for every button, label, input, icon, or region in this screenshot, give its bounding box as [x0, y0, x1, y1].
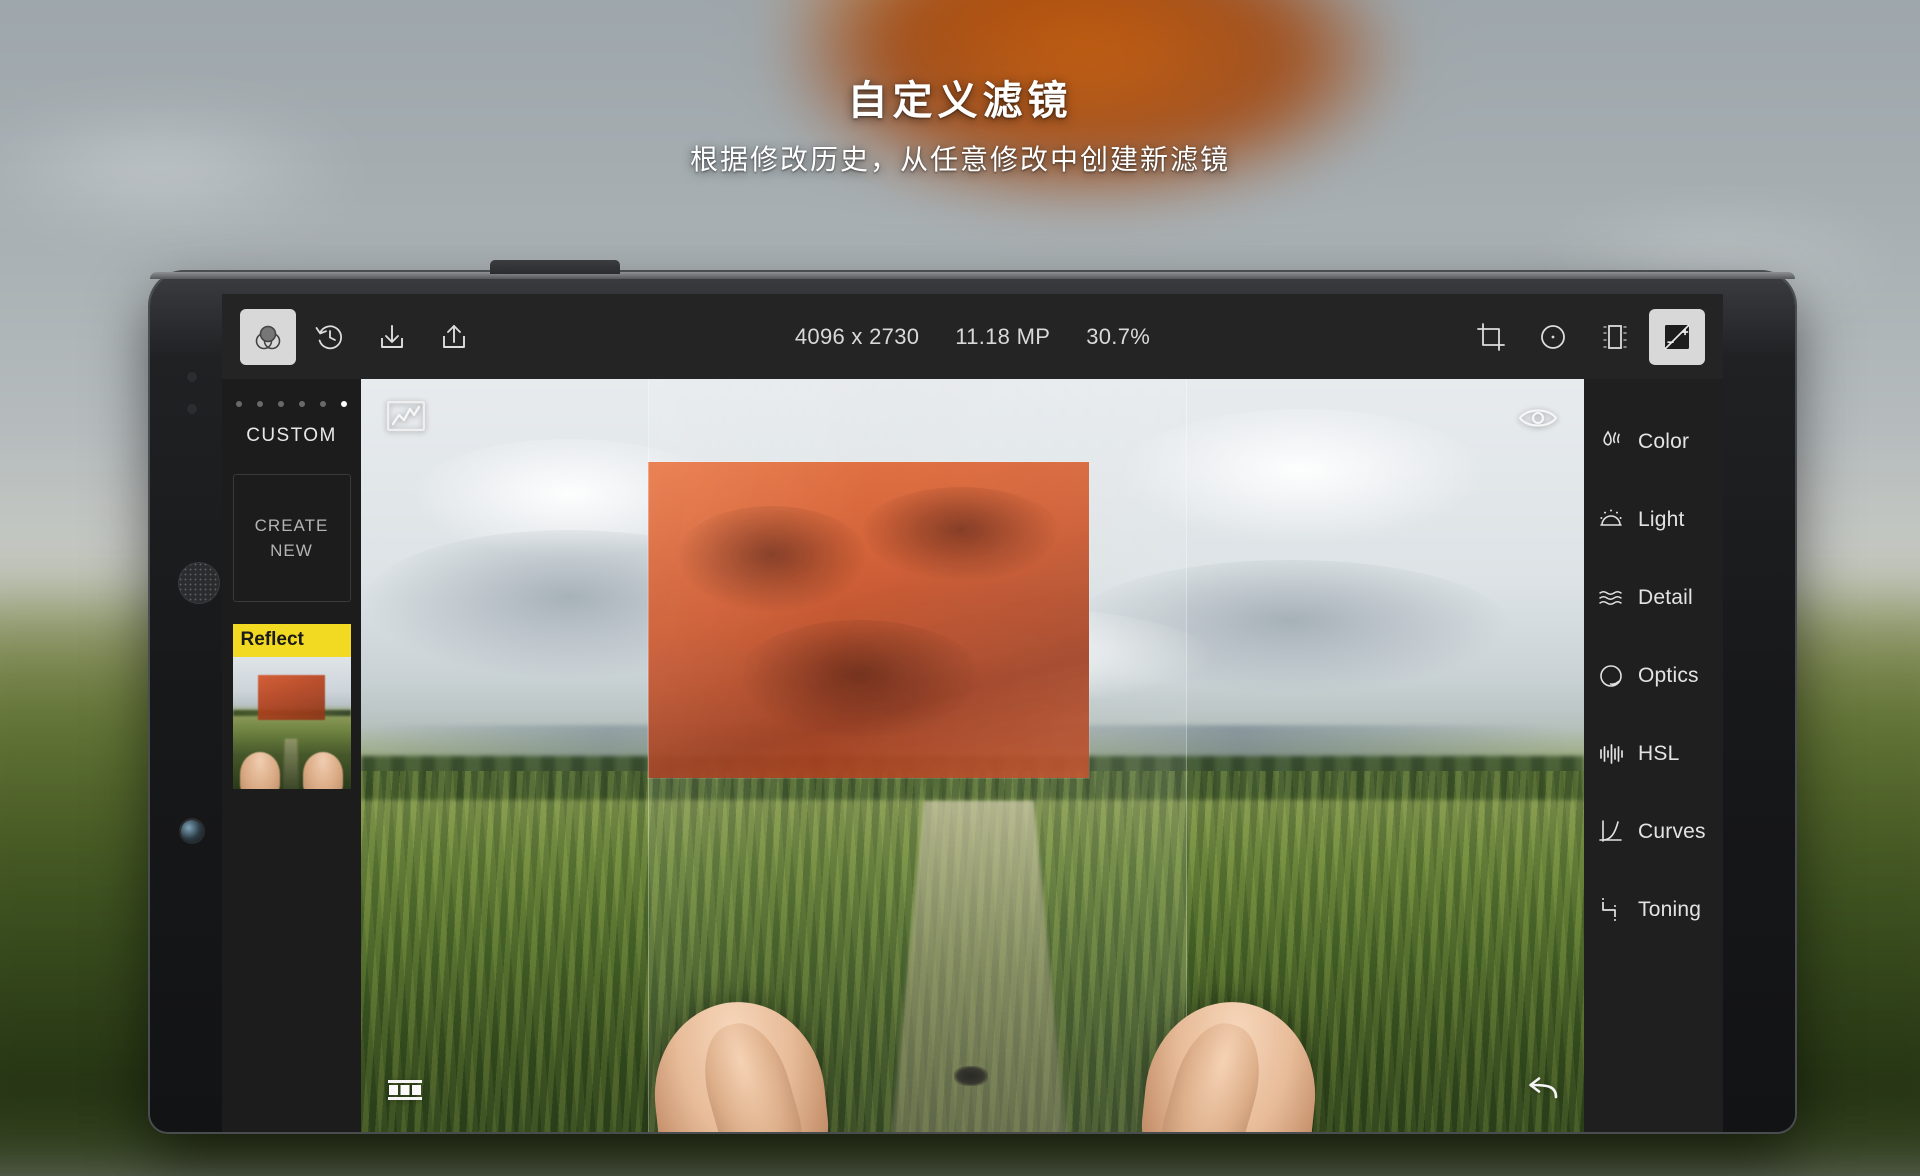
sidebar-item-optics[interactable]: Optics	[1584, 637, 1723, 715]
sun-icon	[1598, 507, 1624, 533]
masking-icon[interactable]	[1649, 309, 1705, 365]
device-camera-lens	[181, 820, 203, 842]
sidebar-item-detail[interactable]: Detail	[1584, 559, 1723, 637]
crop-icon[interactable]	[1463, 309, 1519, 365]
toning-icon	[1598, 897, 1624, 923]
waves-icon	[1598, 585, 1624, 611]
reflect-cloud	[736, 620, 983, 740]
create-new-line2: NEW	[255, 538, 329, 563]
thumb-path	[283, 738, 300, 789]
device-speaker	[178, 562, 220, 604]
create-new-preset-button[interactable]: CREATE NEW	[233, 474, 351, 602]
toolbar-left-group	[222, 309, 482, 365]
toolbar-right-group	[1463, 309, 1723, 365]
pagination-dot-active[interactable]	[341, 401, 347, 407]
pagination-dot[interactable]	[299, 401, 305, 407]
pagination-dot[interactable]	[278, 401, 284, 407]
history-icon[interactable]	[302, 309, 358, 365]
color-droplets-icon	[1598, 429, 1624, 455]
sidebar-label-detail: Detail	[1638, 586, 1693, 610]
page-title: 自定义滤镜	[0, 68, 1920, 126]
preset-item-reflect[interactable]: Reflect	[233, 624, 351, 789]
zoom-level: 30.7%	[1086, 324, 1150, 350]
sidebar-label-optics: Optics	[1638, 664, 1699, 688]
sidebar-label-hsl: HSL	[1638, 742, 1679, 766]
presets-section-label: CUSTOM	[222, 425, 361, 447]
device-sensor	[187, 404, 197, 414]
image-dimensions: 4096 x 2730	[795, 324, 919, 350]
download-icon[interactable]	[364, 309, 420, 365]
sidebar-item-color[interactable]: Color	[1584, 403, 1723, 481]
histogram-icon[interactable]	[387, 401, 425, 436]
dog	[954, 1066, 988, 1086]
presets-pagination[interactable]	[222, 379, 361, 407]
device-sensor	[187, 372, 197, 382]
undo-icon[interactable]	[1520, 1077, 1558, 1108]
share-icon[interactable]	[426, 309, 482, 365]
sidebar-item-light[interactable]: Light	[1584, 481, 1723, 559]
lens-circle-icon	[1598, 663, 1624, 689]
sidebar-label-curves: Curves	[1638, 820, 1706, 844]
sidebar-item-curves[interactable]: Curves	[1584, 793, 1723, 871]
app-screen: 4096 x 2730 11.18 MP 30.7%	[222, 294, 1723, 1132]
image-megapixels: 11.18 MP	[955, 324, 1050, 350]
page-subtitle: 根据修改历史，从任意修改中创建新滤镜	[0, 138, 1920, 178]
sidebar-label-color: Color	[1638, 430, 1689, 454]
preset-thumbnail[interactable]	[233, 657, 351, 789]
pagination-dot[interactable]	[320, 401, 326, 407]
reflected-sunset-overlay	[648, 462, 1088, 778]
sidebar-label-toning: Toning	[1638, 898, 1701, 922]
image-canvas[interactable]	[361, 379, 1584, 1132]
curve-graph-icon	[1598, 819, 1624, 845]
preset-name-label: Reflect	[233, 624, 351, 657]
reflect-cloud	[675, 506, 869, 614]
device-nub	[490, 260, 620, 274]
eye-icon[interactable]	[1518, 405, 1558, 436]
thumb-orange-overlay	[258, 675, 324, 720]
sidebar-item-hsl[interactable]: HSL	[1584, 715, 1723, 793]
create-new-line1: CREATE	[255, 513, 329, 538]
radial-icon[interactable]	[1525, 309, 1581, 365]
sidebar-label-light: Light	[1638, 508, 1685, 532]
thumb-hand-right	[303, 752, 343, 789]
device-bezel	[150, 272, 1795, 279]
reflect-cloud	[860, 487, 1063, 582]
frame-icon[interactable]	[1587, 309, 1643, 365]
tablet-device: 4096 x 2730 11.18 MP 30.7%	[150, 272, 1795, 1132]
equalizer-icon	[1598, 741, 1624, 767]
top-toolbar: 4096 x 2730 11.18 MP 30.7%	[222, 294, 1723, 379]
presets-icon[interactable]	[240, 309, 296, 365]
pagination-dot[interactable]	[236, 401, 242, 407]
presets-panel: CUSTOM CREATE NEW Reflect	[222, 379, 361, 1132]
cloud	[1119, 409, 1486, 545]
app-body: CUSTOM CREATE NEW Reflect	[222, 379, 1723, 1132]
thumb-hand-left	[240, 752, 280, 789]
tools-sidebar: Color Light	[1584, 379, 1723, 1132]
compare-icon[interactable]	[387, 1077, 423, 1108]
pagination-dot[interactable]	[257, 401, 263, 407]
sidebar-item-toning[interactable]: Toning	[1584, 871, 1723, 949]
